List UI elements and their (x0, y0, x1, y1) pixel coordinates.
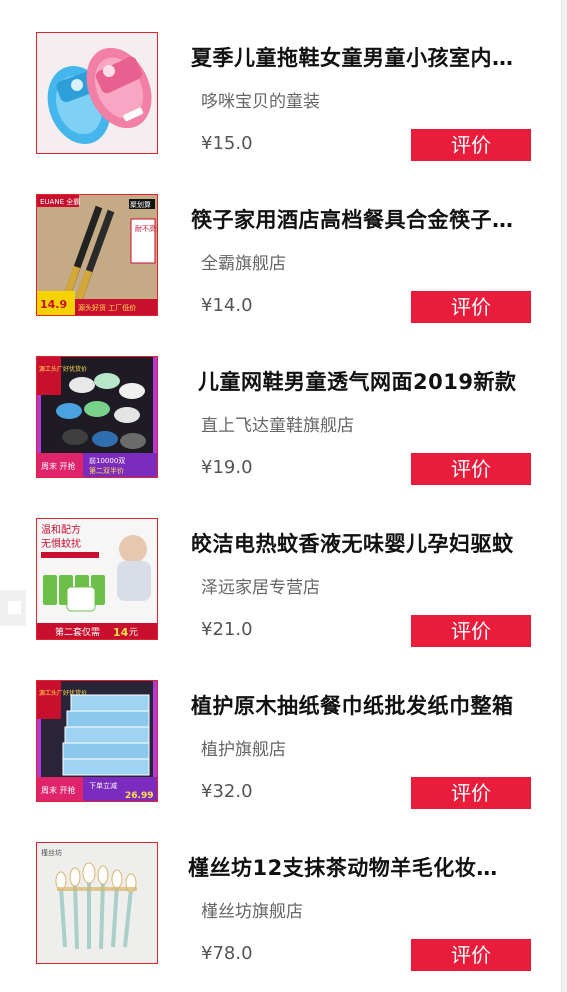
shop-name: 哆咪宝贝的童装 (201, 92, 320, 112)
review-button[interactable]: 评价 (411, 777, 531, 809)
thumb-banner-text: 源头好货 工厂低价 (78, 303, 136, 312)
product-price: ¥21.0 (201, 619, 253, 640)
thumb-feature-text: 耐不高温发霉 (135, 224, 157, 233)
thumb-brand-text: EUANE 全霸 (40, 197, 80, 206)
side-tab[interactable] (0, 590, 26, 626)
product-price: ¥32.0 (201, 781, 253, 802)
shop-name: 泽远家居专营店 (201, 578, 320, 598)
product-card[interactable]: 源工头厂好优货价 周末 开抢 下单立减 26.99 植护原木抽纸餐巾纸批发纸巾整… (0, 648, 560, 810)
thumb-offer-text: 第二双半价 (89, 466, 124, 475)
thumb-price-text: 14 (113, 626, 129, 639)
thumb-promo-text: 聚划算 (130, 200, 151, 209)
product-thumbnail[interactable]: EUANE 全霸 聚划算 耐不高温发霉 14.9 源头好货 工厂低价 (36, 194, 158, 316)
thumb-price-text: 26.99 (125, 791, 153, 801)
product-title[interactable]: 夏季儿童拖鞋女童男童小孩室内防滑 (191, 42, 521, 72)
shop-name: 直上飞达童鞋旗舰店 (201, 416, 354, 436)
product-thumbnail[interactable]: 温和配方 无惧蚊扰 第二套仅需 14 元 (36, 518, 158, 640)
review-button[interactable]: 评价 (411, 129, 531, 161)
product-thumbnail[interactable]: 源工头厂好优货价 周末 开抢 前10000双 第二双半价 (36, 356, 158, 478)
product-price: ¥14.0 (201, 295, 253, 316)
scrollbar-track[interactable] (561, 0, 567, 992)
product-card[interactable]: 源工头厂好优货价 周末 开抢 前10000双 第二双半价 儿童网鞋男童透气网面2… (0, 324, 560, 486)
review-button[interactable]: 评价 (411, 615, 531, 647)
product-thumbnail[interactable] (36, 32, 158, 154)
thumb-price-text: 14.9 (40, 298, 67, 311)
product-price: ¥15.0 (201, 133, 253, 154)
review-button[interactable]: 评价 (411, 939, 531, 971)
thumb-headline-text: 温和配方 (41, 523, 81, 536)
review-button[interactable]: 评价 (411, 453, 531, 485)
shop-name: 全霸旗舰店 (201, 254, 286, 274)
thumb-promo-text: 下单立减 (89, 781, 117, 790)
product-title[interactable]: 皎洁电热蚊香液无味婴儿孕妇驱蚊 (191, 528, 521, 558)
thumb-promo-text: 前10000双 (89, 456, 125, 465)
product-card[interactable]: 槿丝坊 槿丝坊12支抹茶动物羊毛化妆刷套装 槿丝坊旗舰店 ¥78.0 评价 (0, 810, 560, 972)
shop-name: 槿丝坊旗舰店 (201, 902, 303, 922)
product-thumbnail[interactable]: 槿丝坊 (36, 842, 158, 964)
product-card[interactable]: EUANE 全霸 聚划算 耐不高温发霉 14.9 源头好货 工厂低价 筷子家用酒… (0, 162, 560, 324)
product-thumbnail[interactable]: 源工头厂好优货价 周末 开抢 下单立减 26.99 (36, 680, 158, 802)
thumb-brand-text: 槿丝坊 (41, 848, 62, 857)
product-title[interactable]: 槿丝坊12支抹茶动物羊毛化妆刷套装 (188, 852, 518, 882)
thumb-subheadline-text: 无惧蚊扰 (41, 537, 81, 550)
product-price: ¥19.0 (201, 457, 253, 478)
product-title[interactable]: 筷子家用酒店高档餐具合金筷子套装 (191, 204, 521, 234)
product-title[interactable]: 儿童网鞋男童透气网面2019新款 (198, 366, 528, 396)
thumb-brand-text: 源工头厂好优货价 (39, 365, 87, 373)
thumb-unit-text: 元 (129, 628, 138, 638)
side-tab-icon (8, 601, 21, 614)
thumb-weekend-text: 周末 开抢 (41, 461, 76, 471)
review-button[interactable]: 评价 (411, 291, 531, 323)
shop-name: 植护旗舰店 (201, 740, 286, 760)
product-title[interactable]: 植护原木抽纸餐巾纸批发纸巾整箱 (191, 690, 521, 720)
thumb-weekend-text: 周末 开抢 (41, 785, 76, 795)
product-card[interactable]: 温和配方 无惧蚊扰 第二套仅需 14 元 皎洁电热蚊香液无味婴儿孕妇驱蚊 泽远家… (0, 486, 560, 648)
product-card[interactable]: 夏季儿童拖鞋女童男童小孩室内防滑 哆咪宝贝的童装 ¥15.0 评价 (0, 0, 560, 162)
thumb-offer-text: 第二套仅需 (55, 626, 100, 638)
product-price: ¥78.0 (201, 943, 253, 964)
